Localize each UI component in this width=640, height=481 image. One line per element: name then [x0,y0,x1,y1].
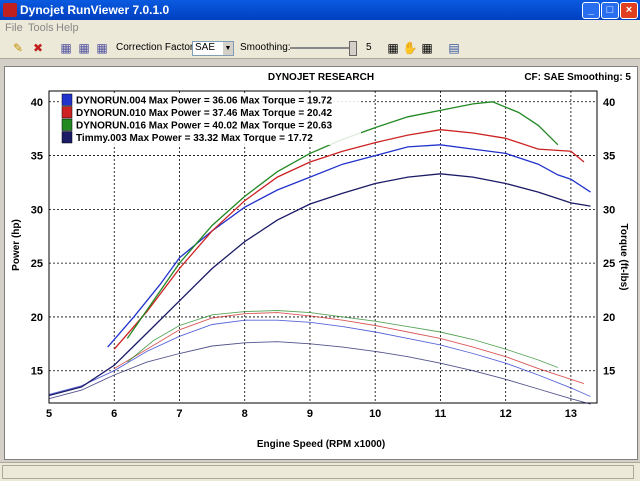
correction-factor-value: SAE [195,42,216,53]
status-bar [0,462,640,481]
x-tick-label: 9 [307,408,313,420]
y2-axis-label: Torque (ft-lbs) [618,223,629,290]
y2-tick-label: 20 [603,312,615,324]
menu-bar: File Tools Help [0,20,640,38]
legend-swatch [61,93,73,106]
legend-swatch [61,131,73,144]
chart-title: DYNOJET RESEARCH [268,72,374,83]
status-panel [2,465,634,479]
y-axis-label: Power (hp) [11,219,22,271]
window-title: Dynojet RunViewer 7.0.1.0 [20,3,170,17]
y-tick-label: 40 [31,97,43,109]
legend-swatch [61,118,73,131]
delete-icon[interactable]: ✖ [30,40,46,56]
x-tick-label: 12 [500,408,512,420]
x-tick-label: 13 [565,408,577,420]
y-tick-label: 25 [31,258,43,270]
toolbar: ✎ ✖ ▦ ▦ ▦ Correction Factor: SAE ▼ Smoot… [0,38,640,59]
zoom-icon[interactable]: ▦ [385,40,401,56]
y2-tick-label: 30 [603,204,615,216]
x-tick-label: 11 [435,408,447,420]
chevron-down-icon: ▼ [223,42,233,55]
grid-icon-2[interactable]: ▦ [76,40,92,56]
y-tick-label: 35 [31,151,43,163]
x-tick-label: 6 [111,408,117,420]
close-button[interactable]: × [620,2,638,19]
smoothing-value: 5 [366,42,372,53]
maximize-button[interactable]: □ [601,2,619,19]
y-tick-label: 30 [31,204,43,216]
legend-entry: Timmy.003 Max Power = 33.32 Max Torque =… [76,133,313,144]
y2-tick-label: 25 [603,258,615,270]
select-icon[interactable]: ▦ [419,40,435,56]
legend-swatch [61,106,73,119]
correction-factor-select[interactable]: SAE ▼ [192,41,234,56]
legend-entry: DYNORUN.016 Max Power = 40.02 Max Torque… [76,121,332,132]
y2-tick-label: 35 [603,151,615,163]
menu-tools[interactable]: Tools [28,22,54,34]
chart-cf-smoothing: CF: SAE Smoothing: 5 [524,72,631,83]
x-tick-label: 10 [369,408,381,420]
legend-entry: DYNORUN.004 Max Power = 36.06 Max Torque… [76,96,332,107]
x-tick-label: 7 [176,408,182,420]
x-tick-label: 5 [46,408,52,420]
y2-tick-label: 15 [603,366,615,378]
print-icon[interactable]: ▤ [446,40,462,56]
minimize-button[interactable]: _ [582,2,600,19]
grid-icon-1[interactable]: ▦ [58,40,74,56]
smoothing-label: Smoothing: [240,42,291,53]
y2-tick-label: 40 [603,97,615,109]
dyno-chart: DYNOJET RESEARCH CF: SAE Smoothing: 5 En… [11,72,631,450]
menu-help[interactable]: Help [56,22,79,34]
open-icon[interactable]: ✎ [10,40,26,56]
smoothing-slider-thumb[interactable] [349,41,357,56]
y-tick-label: 20 [31,312,43,324]
smoothing-slider[interactable] [290,47,352,49]
hand-icon[interactable]: ✋ [402,40,418,56]
x-axis-label: Engine Speed (RPM x1000) [257,439,385,450]
dyno-chart-panel: DYNOJET RESEARCH CF: SAE Smoothing: 5 En… [4,66,638,460]
correction-factor-label: Correction Factor: [116,42,197,53]
legend-entry: DYNORUN.010 Max Power = 37.46 Max Torque… [76,108,332,119]
x-tick-label: 8 [242,408,248,420]
title-bar: Dynojet RunViewer 7.0.1.0 _ □ × [0,0,640,20]
grid-icon-3[interactable]: ▦ [94,40,110,56]
app-logo-icon [3,3,17,17]
y-tick-label: 15 [31,366,43,378]
menu-file[interactable]: File [5,22,23,34]
